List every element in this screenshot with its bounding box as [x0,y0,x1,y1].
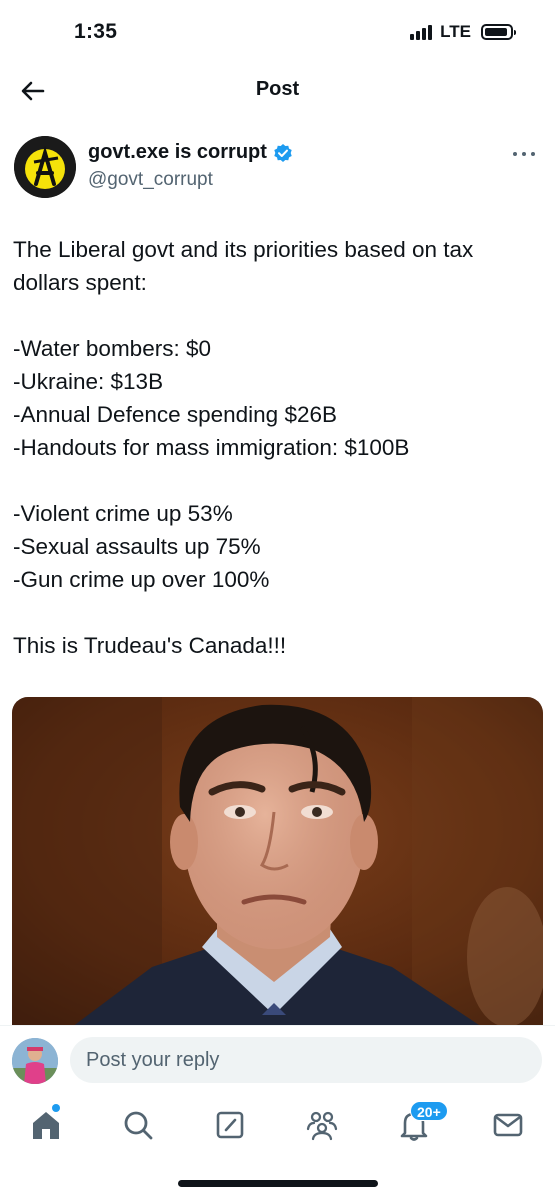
spending-line: -Water bombers: $0 [13,336,211,361]
nav-search[interactable] [120,1107,156,1143]
nav-communities[interactable] [304,1107,340,1143]
verified-badge-icon [274,143,292,162]
page-title: Post [255,78,300,100]
more-options-button[interactable] [511,144,537,164]
home-unread-dot [52,1104,60,1112]
spending-line: -Handouts for mass immigration: $100B [13,435,410,460]
search-icon [124,1111,153,1140]
messages-icon [493,1113,523,1137]
reply-placeholder: Post your reply [86,1048,220,1071]
crime-line: -Sexual assaults up 75% [13,534,261,559]
user-avatar[interactable] [12,1038,58,1084]
crime-line: -Violent crime up 53% [13,501,233,526]
spending-line: -Ukraine: $13B [13,369,164,394]
crime-line: -Gun crime up over 100% [13,567,270,592]
status-time: 1:35 [74,20,118,43]
post-header: Post [0,64,555,118]
author-name[interactable]: govt.exe is corrupt [88,141,267,164]
status-bar: 1:35 LTE [0,0,555,64]
battery-icon [481,24,516,40]
signal-icon [410,24,433,40]
post-media-photo[interactable] [12,697,543,1027]
communities-icon [306,1111,338,1141]
post-closing: This is Trudeau's Canada!!! [13,633,287,658]
portrait-image [12,697,543,1027]
anarchy-logo [14,136,76,198]
nav-messages[interactable] [490,1107,526,1143]
author-avatar[interactable] [14,136,76,198]
user-avatar-image [12,1038,58,1084]
notifications-badge: 20+ [410,1101,448,1121]
home-indicator[interactable] [178,1180,378,1187]
reply-input[interactable]: Post your reply [70,1037,542,1083]
compose-icon [216,1111,244,1139]
author-handle[interactable]: @govt_corrupt [88,169,213,191]
more-horizontal-icon [513,152,535,156]
reply-bar: Post your reply [0,1025,555,1093]
spending-line: -Annual Defence spending $26B [13,402,337,427]
nav-compose[interactable] [212,1107,248,1143]
post-text: The Liberal govt and its priorities base… [13,233,543,662]
author-name-row[interactable]: govt.exe is corrupt [88,141,293,164]
post-intro: The Liberal govt and its priorities base… [13,237,474,295]
network-type: LTE [440,22,471,41]
home-icon [33,1112,59,1139]
status-indicators: LTE [410,22,516,42]
nav-home[interactable] [28,1107,64,1143]
